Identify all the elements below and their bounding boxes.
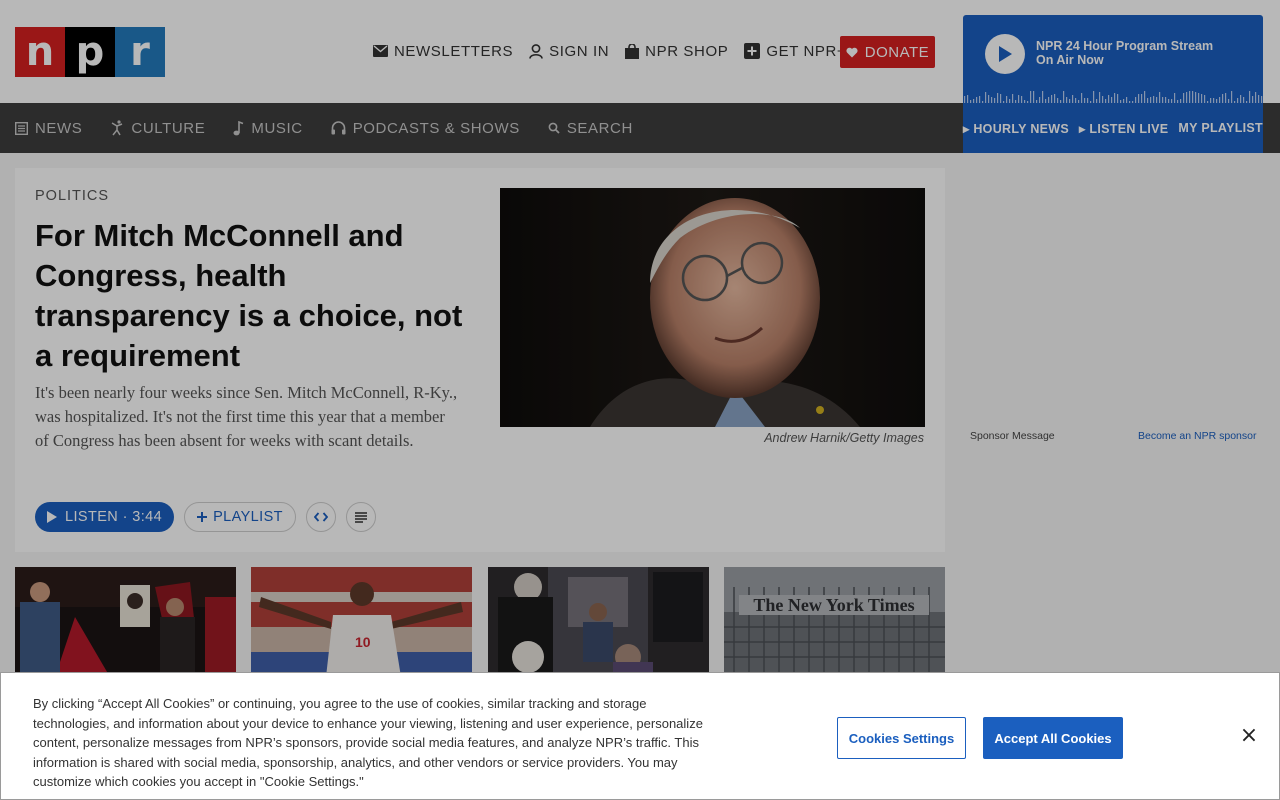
cookie-banner-text: By clicking “Accept All Cookies” or cont… xyxy=(33,696,703,789)
cookie-banner: By clicking “Accept All Cookies” or cont… xyxy=(0,672,1280,800)
accept-all-cookies-button[interactable]: Accept All Cookies xyxy=(983,717,1123,759)
close-icon[interactable]: × xyxy=(1237,723,1261,748)
cookies-settings-button[interactable]: Cookies Settings xyxy=(837,717,966,759)
